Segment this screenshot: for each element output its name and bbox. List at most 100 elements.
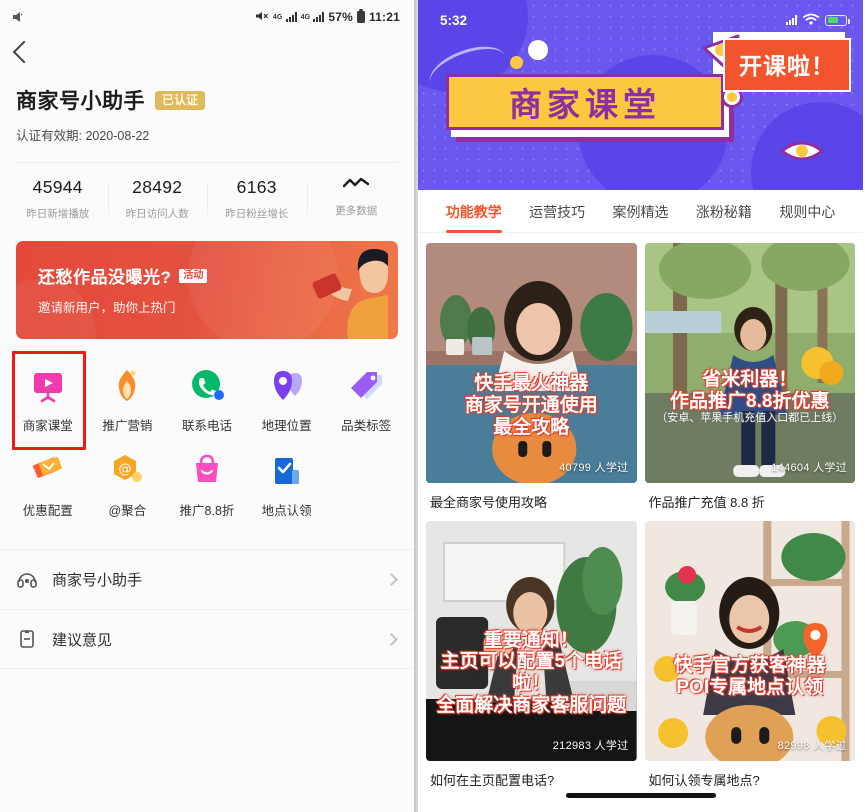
stat-value: 28492 [132,177,183,197]
grid-item-label: 推广营销 [102,419,153,433]
overlay-line: 重要通知！ [483,629,579,651]
at-badge-icon: @ [108,452,146,490]
stat-label: 昨日新增播放 [26,208,90,220]
home-indicator [565,793,716,798]
promo-banner[interactable]: 还愁作品没曝光? 活动 邀请新用户，助你上热门 [16,241,398,339]
course-thumbnail: 快手最火神器 商家号开通使用 最全攻略 40799 人学过 [426,243,637,483]
course-caption: 作品推广充值 8.8 折 [648,495,765,510]
tab-operation-tips[interactable]: 运营技巧 [515,190,598,233]
chevron-right-icon [385,632,398,646]
account-header: 商家号小助手 已认证 [0,67,414,119]
hero-tag: 开课啦！ [723,38,851,92]
dual-phone-screenshot: 4G 4G 57% 11:21 商家号小助手 已认证 认证有效期: 2020-0… [0,0,865,812]
right-phone-screen: 5:32 商家课堂 开课啦！ 功能教学 运营技巧 案例精选 涨粉秘籍 规则中心 … [416,0,863,812]
thumbnail-scene [644,521,855,761]
claim-check-icon [268,452,306,490]
overlay-line: 主页可以配置5个电话啦！ [440,651,623,695]
clock-label: 11:21 [368,10,400,24]
overlay-line: 商家号开通使用 [464,395,598,417]
view-count-label: 144604 人学过 [771,462,847,474]
banner-tag: 活动 [179,268,208,283]
hero-decoration-dot [510,56,523,69]
hero-plate-text: 商家课堂 [509,85,661,124]
grid-item-label: 优惠配置 [22,504,73,518]
stat-label: 昨日访问人数 [125,208,189,220]
coupon-icon [29,452,67,490]
course-caption: 最全商家号使用攻略 [430,495,548,510]
overlay-line: 快手最火神器 [474,373,589,395]
list-item-feedback[interactable]: 建议意见 [0,609,414,669]
back-chevron-icon [12,40,36,64]
overlay-line: POI专属地点认领 [676,677,824,699]
list-item-label: 商家号小助手 [52,572,143,589]
course-card[interactable]: 快手官方获客神器 POI专属地点认领 82998 人学过 如何认领专属地点? [644,521,855,789]
stat-item[interactable]: 28492 昨日访问人数 [107,177,208,221]
svg-text:@: @ [119,462,132,477]
hero-plate: 商家课堂 [446,74,724,130]
course-caption: 如何在主页配置电话? [430,773,555,788]
hero-tag-text: 开课啦！ [739,53,835,79]
course-caption: 如何认领专属地点? [648,773,760,788]
stat-item[interactable]: 45944 昨日新增播放 [8,177,108,221]
course-card[interactable]: 重要通知！ 主页可以配置5个电话啦！ 全面解决商家客服问题 212983 人学过… [426,521,637,789]
grid-item-merchant-classroom[interactable]: 商家课堂 [8,351,88,450]
course-card[interactable]: 快手最火神器 商家号开通使用 最全攻略 40799 人学过 最全商家号使用攻略 [426,243,637,511]
back-button[interactable] [0,30,414,67]
grid-item-promo-discount[interactable]: 推广8.8折 [167,444,247,529]
grid-item-promotion[interactable]: 推广营销 [88,359,168,444]
grid-item-at-aggregate[interactable]: @ @聚合 [88,444,168,529]
feature-grid: 商家课堂 推广营销 联系电话 地理位置 品类标签 优惠配置 @ @聚合 推广8.… [0,339,414,533]
overlay-note: （安卓、苹果手机充值入口都已上线） [656,412,844,425]
left-phone-screen: 4G 4G 57% 11:21 商家号小助手 已认证 认证有效期: 2020-0… [0,0,416,812]
eye-icon [779,141,825,161]
thumbnail-overlay-text: 省米利器！ 作品推广8.8折优惠 （安卓、苹果手机充值入口都已上线） [645,369,856,425]
tab-function-teaching[interactable]: 功能教学 [432,190,515,233]
course-card[interactable]: 省米利器！ 作品推广8.8折优惠 （安卓、苹果手机充值入口都已上线） 14460… [644,243,856,511]
feedback-icon [16,628,38,650]
overlay-line: 快手官方获客神器 [673,655,826,677]
tab-case-studies[interactable]: 案例精选 [599,190,682,233]
stat-value: 6163 [236,177,277,197]
grid-item-coupon-config[interactable]: 优惠配置 [8,444,88,529]
status-badge: 已认证 [155,90,206,110]
grid-item-label: 商家课堂 [22,419,73,433]
course-thumbnail: 省米利器！ 作品推广8.8折优惠 （安卓、苹果手机充值入口都已上线） 14460… [644,243,856,483]
overlay-line: 最全攻略 [493,417,570,439]
stat-item[interactable]: 6163 昨日粉丝增长 [207,177,307,221]
flame-icon [108,367,146,405]
more-data-button[interactable]: 更多数据 [306,177,407,221]
view-count-label: 212983 人学过 [552,740,629,752]
thumbnail-scene [644,243,855,483]
battery-icon [825,14,850,26]
thumbnail-scene [426,243,637,483]
overlay-line: 省米利器！ [702,368,798,390]
grid-item-location[interactable]: 地理位置 [247,359,327,444]
phone-icon [188,367,226,405]
course-card-grid: 快手最火神器 商家号开通使用 最全攻略 40799 人学过 最全商家号使用攻略 [418,233,863,789]
category-tabs: 功能教学 运营技巧 案例精选 涨粉秘籍 规则中心 [418,190,863,233]
stat-label: 更多数据 [335,205,378,217]
view-count-label: 82998 人学过 [777,740,847,752]
list-item-label: 建议意见 [52,631,113,649]
list-item-assistant[interactable]: 商家号小助手 [0,549,414,609]
grid-item-label: 地理位置 [261,419,312,433]
signal-bars-icon-1 [285,12,297,22]
course-thumbnail: 快手官方获客神器 POI专属地点认领 82998 人学过 [644,521,855,761]
signal-bars-icon-2 [313,12,325,22]
grid-item-contact-phone[interactable]: 联系电话 [167,359,247,444]
trend-line-icon [307,177,407,195]
grid-item-category-tag[interactable]: 品类标签 [326,359,406,444]
grid-item-label: 联系电话 [181,419,232,433]
course-thumbnail: 重要通知！ 主页可以配置5个电话啦！ 全面解决商家客服问题 212983 人学过 [426,521,637,761]
hero-decoration-dot [528,40,548,60]
tab-fan-growth[interactable]: 涨粉秘籍 [682,190,765,233]
overlay-line: 作品推广8.8折优惠 [670,390,830,412]
location-pin-icon [268,367,306,405]
banner-illustration [312,249,388,339]
tab-rules-center[interactable]: 规则中心 [766,190,849,233]
overlay-line: 全面解决商家客服问题 [436,695,627,717]
cellular-signal-icon [786,15,797,25]
grid-item-place-claim[interactable]: 地点认领 [247,444,327,529]
classroom-icon [29,367,67,405]
chevron-right-icon [385,573,398,586]
